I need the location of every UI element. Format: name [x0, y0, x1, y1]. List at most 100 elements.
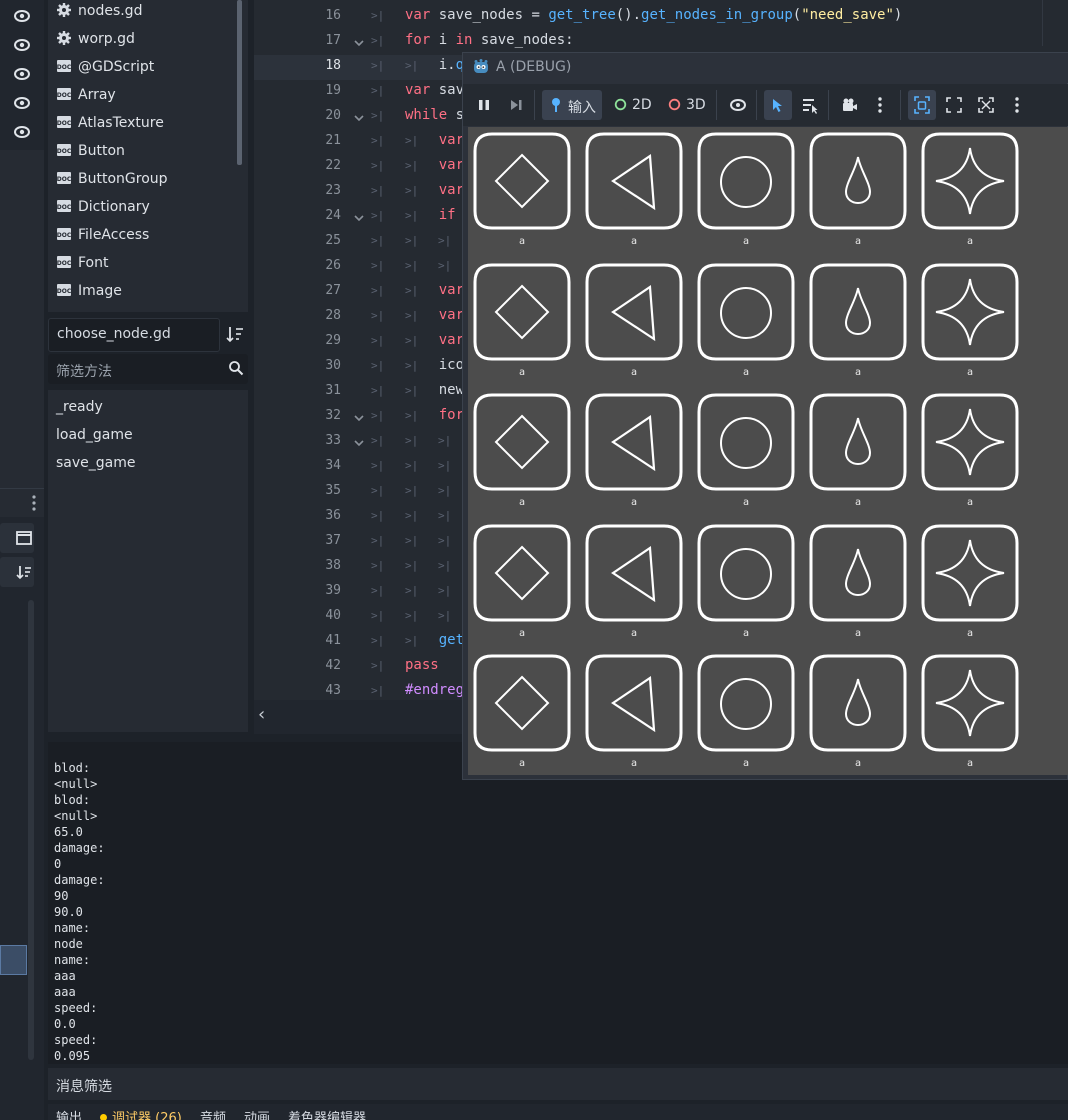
method-item[interactable]: save_game — [56, 452, 136, 474]
code-line: var — [438, 282, 465, 298]
drop-tile[interactable] — [808, 131, 908, 231]
doc-icon: DOC — [57, 116, 72, 128]
script-list-item[interactable]: DOC Image — [56, 280, 122, 302]
output-line: <null> — [54, 777, 98, 791]
circle-tile[interactable] — [696, 131, 796, 231]
line-number: 26 — [325, 258, 341, 273]
inspector-scrollbar[interactable] — [28, 600, 34, 1060]
script-list-item[interactable]: nodes.gd — [56, 0, 142, 22]
fold-arrow-icon[interactable] — [353, 412, 365, 424]
collapse-panel-icon[interactable]: ‹ — [258, 704, 272, 726]
star-tile[interactable] — [920, 392, 1020, 492]
script-list-item[interactable]: DOC Button — [56, 140, 125, 162]
indent-marker: >| — [371, 209, 385, 222]
script-list-item[interactable]: worp.gd — [56, 28, 135, 50]
diamond-tile[interactable] — [472, 392, 572, 492]
drop-tile[interactable] — [808, 653, 908, 753]
more-icon[interactable] — [31, 494, 37, 512]
mode-3d-button[interactable]: 3D — [686, 97, 706, 113]
window-button[interactable] — [0, 523, 34, 553]
bottom-tab[interactable]: 调试器 (26) — [100, 1107, 182, 1120]
bottom-tab[interactable]: 输出 — [56, 1107, 82, 1120]
method-filter-input[interactable]: 筛选方法 — [48, 354, 248, 384]
diamond-tile[interactable] — [472, 262, 572, 362]
eye-icon[interactable] — [13, 7, 31, 25]
sort-button[interactable] — [0, 557, 34, 587]
script-list-item[interactable]: DOC FileAccess — [56, 224, 150, 246]
bottom-tab[interactable]: 动画 — [244, 1107, 270, 1120]
script-list-scrollbar[interactable] — [237, 0, 242, 165]
star-tile[interactable] — [920, 131, 1020, 231]
list-select-icon[interactable] — [801, 96, 819, 114]
message-filter-input[interactable]: 消息筛选 — [48, 1068, 1068, 1100]
line-number: 40 — [325, 608, 341, 623]
indent-marker: >| — [438, 584, 452, 597]
minimap — [1042, 0, 1068, 46]
fullscreen-icon[interactable] — [946, 97, 962, 113]
selected-property[interactable] — [0, 945, 27, 975]
star-tile[interactable] — [920, 523, 1020, 623]
more-icon[interactable] — [876, 96, 884, 114]
output-line: damage: — [54, 873, 105, 887]
toolbar-separator — [828, 90, 829, 120]
indent-marker: >| — [371, 34, 385, 47]
method-item[interactable]: _ready — [56, 396, 103, 418]
next-frame-icon[interactable] — [508, 97, 524, 113]
eye-icon[interactable] — [13, 36, 31, 54]
visibility-icon[interactable] — [729, 96, 747, 114]
tile-label: a — [966, 627, 974, 639]
line-number: 20 — [325, 108, 341, 123]
script-list-item[interactable]: DOC @GDScript — [56, 56, 154, 78]
expand-icon[interactable] — [978, 97, 994, 113]
fold-arrow-icon[interactable] — [353, 437, 365, 449]
triangle-tile[interactable] — [584, 262, 684, 362]
eye-icon[interactable] — [13, 123, 31, 141]
circle-tile[interactable] — [696, 262, 796, 362]
toolbar-separator — [716, 90, 717, 120]
diamond-tile[interactable] — [472, 523, 572, 623]
message-filter-placeholder: 消息筛选 — [56, 1079, 112, 1095]
star-tile[interactable] — [920, 653, 1020, 753]
triangle-tile[interactable] — [584, 392, 684, 492]
script-list-item[interactable]: DOC Dictionary — [56, 196, 150, 218]
diamond-tile[interactable] — [472, 653, 572, 753]
script-list-item[interactable]: DOC Font — [56, 252, 109, 274]
eye-icon[interactable] — [13, 94, 31, 112]
tile-label: a — [630, 236, 638, 247]
fold-arrow-icon[interactable] — [353, 112, 365, 124]
eye-icon[interactable] — [13, 65, 31, 83]
doc-icon: DOC — [57, 200, 72, 212]
indent-marker: >| — [371, 234, 385, 247]
triangle-tile[interactable] — [584, 653, 684, 753]
circle-tile[interactable] — [696, 392, 796, 492]
drop-tile[interactable] — [808, 523, 908, 623]
indent-marker: >| — [371, 609, 385, 622]
diamond-tile[interactable] — [472, 131, 572, 231]
circle-tile[interactable] — [696, 653, 796, 753]
output-line: 0.0 — [54, 1017, 76, 1031]
script-list-item[interactable]: DOC ButtonGroup — [56, 168, 168, 190]
pause-icon[interactable] — [476, 97, 492, 113]
circle-tile[interactable] — [696, 523, 796, 623]
method-item[interactable]: load_game — [56, 424, 133, 446]
doc-icon: DOC — [57, 172, 72, 184]
triangle-tile[interactable] — [584, 131, 684, 231]
fold-arrow-icon[interactable] — [353, 37, 365, 49]
more-icon[interactable] — [1013, 96, 1021, 114]
line-number: 19 — [325, 83, 341, 98]
drop-tile[interactable] — [808, 262, 908, 362]
sort-methods-icon[interactable] — [224, 322, 246, 346]
script-list-item[interactable]: DOC Array — [56, 84, 116, 106]
script-list-item[interactable]: DOC AtlasTexture — [56, 112, 164, 134]
bottom-tab[interactable]: 着色器编辑器 — [288, 1107, 366, 1120]
code-line: pass — [405, 657, 439, 673]
fold-arrow-icon[interactable] — [353, 212, 365, 224]
triangle-tile[interactable] — [584, 523, 684, 623]
camera-icon[interactable] — [841, 96, 859, 114]
current-script-field[interactable]: choose_node.gd — [48, 318, 220, 352]
drop-tile[interactable] — [808, 392, 908, 492]
svg-text:DOC: DOC — [57, 148, 72, 155]
bottom-tab[interactable]: 音频 — [200, 1107, 226, 1120]
mode-2d-button[interactable]: 2D — [632, 97, 652, 113]
star-tile[interactable] — [920, 262, 1020, 362]
